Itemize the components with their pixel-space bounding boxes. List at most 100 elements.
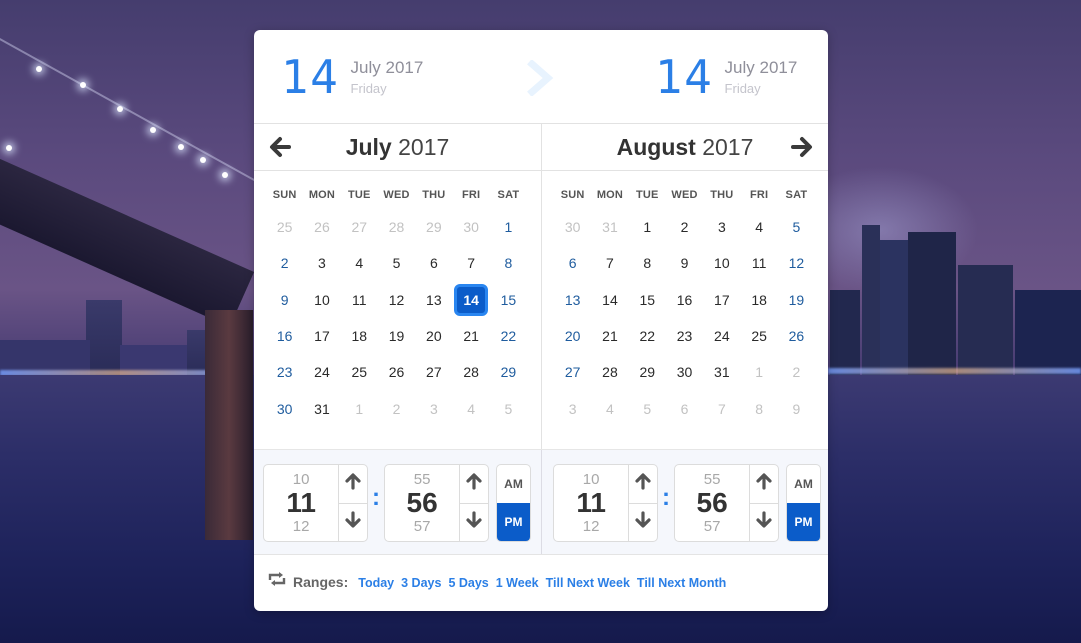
day-cell[interactable]: 29 <box>490 354 527 390</box>
minute-previous[interactable]: 55 <box>385 471 459 488</box>
day-cell[interactable]: 24 <box>703 318 740 354</box>
day-cell[interactable]: 2 <box>778 354 815 390</box>
hour-previous[interactable]: 10 <box>554 471 628 488</box>
day-cell[interactable]: 31 <box>703 354 740 390</box>
day-cell[interactable]: 29 <box>415 209 452 245</box>
day-cell[interactable]: 12 <box>778 245 815 281</box>
day-cell[interactable]: 30 <box>554 209 591 245</box>
minute-next[interactable]: 57 <box>385 518 459 535</box>
hour-decrement-button[interactable] <box>629 502 657 542</box>
hour-decrement-button[interactable] <box>339 502 367 542</box>
day-cell[interactable]: 31 <box>303 390 340 426</box>
hour-values[interactable]: 10 11 12 <box>554 465 628 541</box>
day-cell[interactable]: 13 <box>554 282 591 318</box>
hour-increment-button[interactable] <box>339 465 367 503</box>
day-cell[interactable]: 25 <box>341 354 378 390</box>
day-cell-selected[interactable]: 14 <box>452 282 489 318</box>
hour-previous[interactable]: 10 <box>264 471 338 488</box>
day-cell[interactable]: 4 <box>341 245 378 281</box>
range-link[interactable]: Till Next Week <box>546 576 630 590</box>
range-link[interactable]: Till Next Month <box>637 576 726 590</box>
minute-values[interactable]: 55 56 57 <box>675 465 749 541</box>
day-cell[interactable]: 24 <box>303 354 340 390</box>
day-cell[interactable]: 16 <box>666 282 703 318</box>
day-cell[interactable]: 10 <box>703 245 740 281</box>
day-cell[interactable]: 13 <box>415 282 452 318</box>
day-cell[interactable]: 1 <box>490 209 527 245</box>
day-cell[interactable]: 16 <box>266 318 303 354</box>
day-cell[interactable]: 28 <box>452 354 489 390</box>
minute-increment-button[interactable] <box>460 465 488 503</box>
next-month-button[interactable] <box>789 134 815 160</box>
day-cell[interactable]: 26 <box>778 318 815 354</box>
day-cell[interactable]: 30 <box>266 390 303 426</box>
day-cell[interactable]: 22 <box>490 318 527 354</box>
day-cell[interactable]: 23 <box>666 318 703 354</box>
hour-increment-button[interactable] <box>629 465 657 503</box>
day-cell[interactable]: 9 <box>666 245 703 281</box>
day-cell[interactable]: 1 <box>740 354 777 390</box>
day-cell[interactable]: 7 <box>452 245 489 281</box>
day-cell[interactable]: 9 <box>266 282 303 318</box>
hour-next[interactable]: 12 <box>264 518 338 535</box>
day-cell[interactable]: 21 <box>452 318 489 354</box>
day-cell[interactable]: 22 <box>629 318 666 354</box>
day-cell[interactable]: 3 <box>703 209 740 245</box>
day-cell[interactable]: 26 <box>303 209 340 245</box>
day-cell[interactable]: 11 <box>341 282 378 318</box>
range-link[interactable]: Today <box>358 576 394 590</box>
day-cell[interactable]: 20 <box>554 318 591 354</box>
day-cell[interactable]: 15 <box>629 282 666 318</box>
hour-values[interactable]: 10 11 12 <box>264 465 338 541</box>
minute-increment-button[interactable] <box>750 465 778 503</box>
day-cell[interactable]: 5 <box>378 245 415 281</box>
day-cell[interactable]: 17 <box>703 282 740 318</box>
minute-decrement-button[interactable] <box>460 502 488 542</box>
day-cell[interactable]: 17 <box>303 318 340 354</box>
day-cell[interactable]: 7 <box>703 390 740 426</box>
day-cell[interactable]: 8 <box>490 245 527 281</box>
day-cell[interactable]: 1 <box>341 390 378 426</box>
day-cell[interactable]: 29 <box>629 354 666 390</box>
day-cell[interactable]: 10 <box>303 282 340 318</box>
minute-next[interactable]: 57 <box>675 518 749 535</box>
day-cell[interactable]: 4 <box>452 390 489 426</box>
day-cell[interactable]: 12 <box>378 282 415 318</box>
day-cell[interactable]: 28 <box>591 354 628 390</box>
day-cell[interactable]: 4 <box>740 209 777 245</box>
day-cell[interactable]: 9 <box>778 390 815 426</box>
day-cell[interactable]: 3 <box>303 245 340 281</box>
day-cell[interactable]: 23 <box>266 354 303 390</box>
day-cell[interactable]: 27 <box>415 354 452 390</box>
day-cell[interactable]: 15 <box>490 282 527 318</box>
am-button[interactable]: AM <box>787 465 820 503</box>
day-cell[interactable]: 11 <box>740 245 777 281</box>
day-cell[interactable]: 5 <box>629 390 666 426</box>
day-cell[interactable]: 6 <box>666 390 703 426</box>
day-cell[interactable]: 19 <box>778 282 815 318</box>
day-cell[interactable]: 8 <box>740 390 777 426</box>
day-cell[interactable]: 21 <box>591 318 628 354</box>
range-link[interactable]: 3 Days <box>401 576 441 590</box>
day-cell[interactable]: 19 <box>378 318 415 354</box>
day-cell[interactable]: 6 <box>554 245 591 281</box>
day-cell[interactable]: 5 <box>778 209 815 245</box>
pm-button[interactable]: PM <box>497 503 530 541</box>
hour-next[interactable]: 12 <box>554 518 628 535</box>
day-cell[interactable]: 1 <box>629 209 666 245</box>
minute-values[interactable]: 55 56 57 <box>385 465 459 541</box>
am-button[interactable]: AM <box>497 465 530 503</box>
day-cell[interactable]: 26 <box>378 354 415 390</box>
day-cell[interactable]: 2 <box>378 390 415 426</box>
prev-month-button[interactable] <box>267 134 293 160</box>
day-cell[interactable]: 14 <box>591 282 628 318</box>
day-cell[interactable]: 2 <box>266 245 303 281</box>
day-cell[interactable]: 18 <box>740 282 777 318</box>
day-cell[interactable]: 2 <box>666 209 703 245</box>
day-cell[interactable]: 20 <box>415 318 452 354</box>
minute-decrement-button[interactable] <box>750 502 778 542</box>
range-link[interactable]: 1 Week <box>496 576 539 590</box>
day-cell[interactable]: 25 <box>740 318 777 354</box>
day-cell[interactable]: 27 <box>341 209 378 245</box>
range-link[interactable]: 5 Days <box>448 576 488 590</box>
